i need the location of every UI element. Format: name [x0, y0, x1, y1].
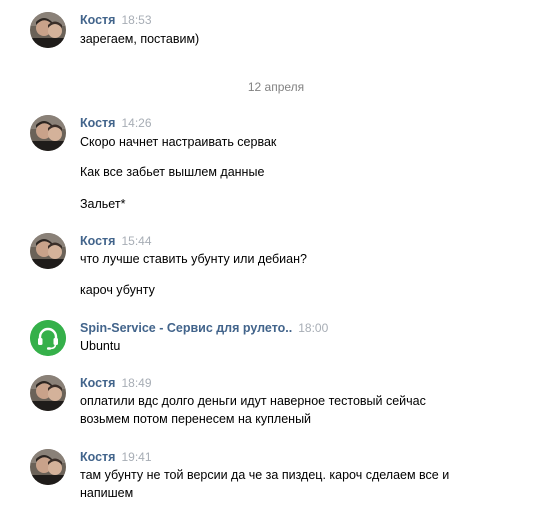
message-text: что лучше ставить убунту или дебиан?	[80, 252, 307, 266]
message-time[interactable]: 18:53	[121, 13, 151, 27]
message-time[interactable]: 18:49	[121, 376, 151, 390]
message-text: Ubuntu	[80, 339, 121, 353]
message-text: напишем	[80, 486, 134, 500]
avatar-spin-service[interactable]	[30, 320, 66, 356]
author-name[interactable]: Костя	[80, 450, 115, 464]
message-time[interactable]: 18:00	[298, 321, 328, 335]
date-separator: 12 апреля	[247, 80, 305, 94]
message-text: оплатили вдс долго деньги идут наверное …	[80, 394, 426, 408]
message-text: Зальет*	[80, 197, 126, 211]
avatar-kostya[interactable]	[30, 449, 66, 485]
author-name[interactable]: Костя	[80, 376, 115, 390]
message-text: зарегаем, поставим)	[80, 32, 200, 46]
message-time[interactable]: 19:41	[121, 450, 151, 464]
user-photo-avatar-icon	[30, 449, 66, 485]
message-time[interactable]: 14:26	[121, 116, 151, 130]
message-text: возьмем потом перенесем на купленый	[80, 412, 312, 426]
message-text: Скоро начнет настраивать сервак	[80, 135, 277, 149]
headset-icon	[30, 320, 66, 356]
message-time[interactable]: 15:44	[121, 234, 151, 248]
user-photo-avatar-icon	[30, 375, 66, 411]
avatar-kostya[interactable]	[30, 12, 66, 48]
author-name[interactable]: Костя	[80, 13, 115, 27]
avatar-kostya[interactable]	[30, 233, 66, 269]
message-text: Как все забьет вышлем данные	[80, 165, 265, 179]
avatar-kostya[interactable]	[30, 375, 66, 411]
avatar-kostya[interactable]	[30, 115, 66, 151]
user-photo-avatar-icon	[30, 115, 66, 151]
message-text: кароч убунту	[80, 283, 155, 297]
chat-history: Костя 18:53 зарегаем, поставим) 12 апреля…	[0, 0, 552, 511]
user-photo-avatar-icon	[30, 12, 66, 48]
author-name[interactable]: Костя	[80, 116, 115, 130]
author-name[interactable]: Spin-Service - Сервис для рулето..	[80, 321, 292, 335]
message-text: там убунту не той версии да че за пиздец…	[80, 468, 450, 482]
author-name[interactable]: Костя	[80, 234, 115, 248]
user-photo-avatar-icon	[30, 233, 66, 269]
